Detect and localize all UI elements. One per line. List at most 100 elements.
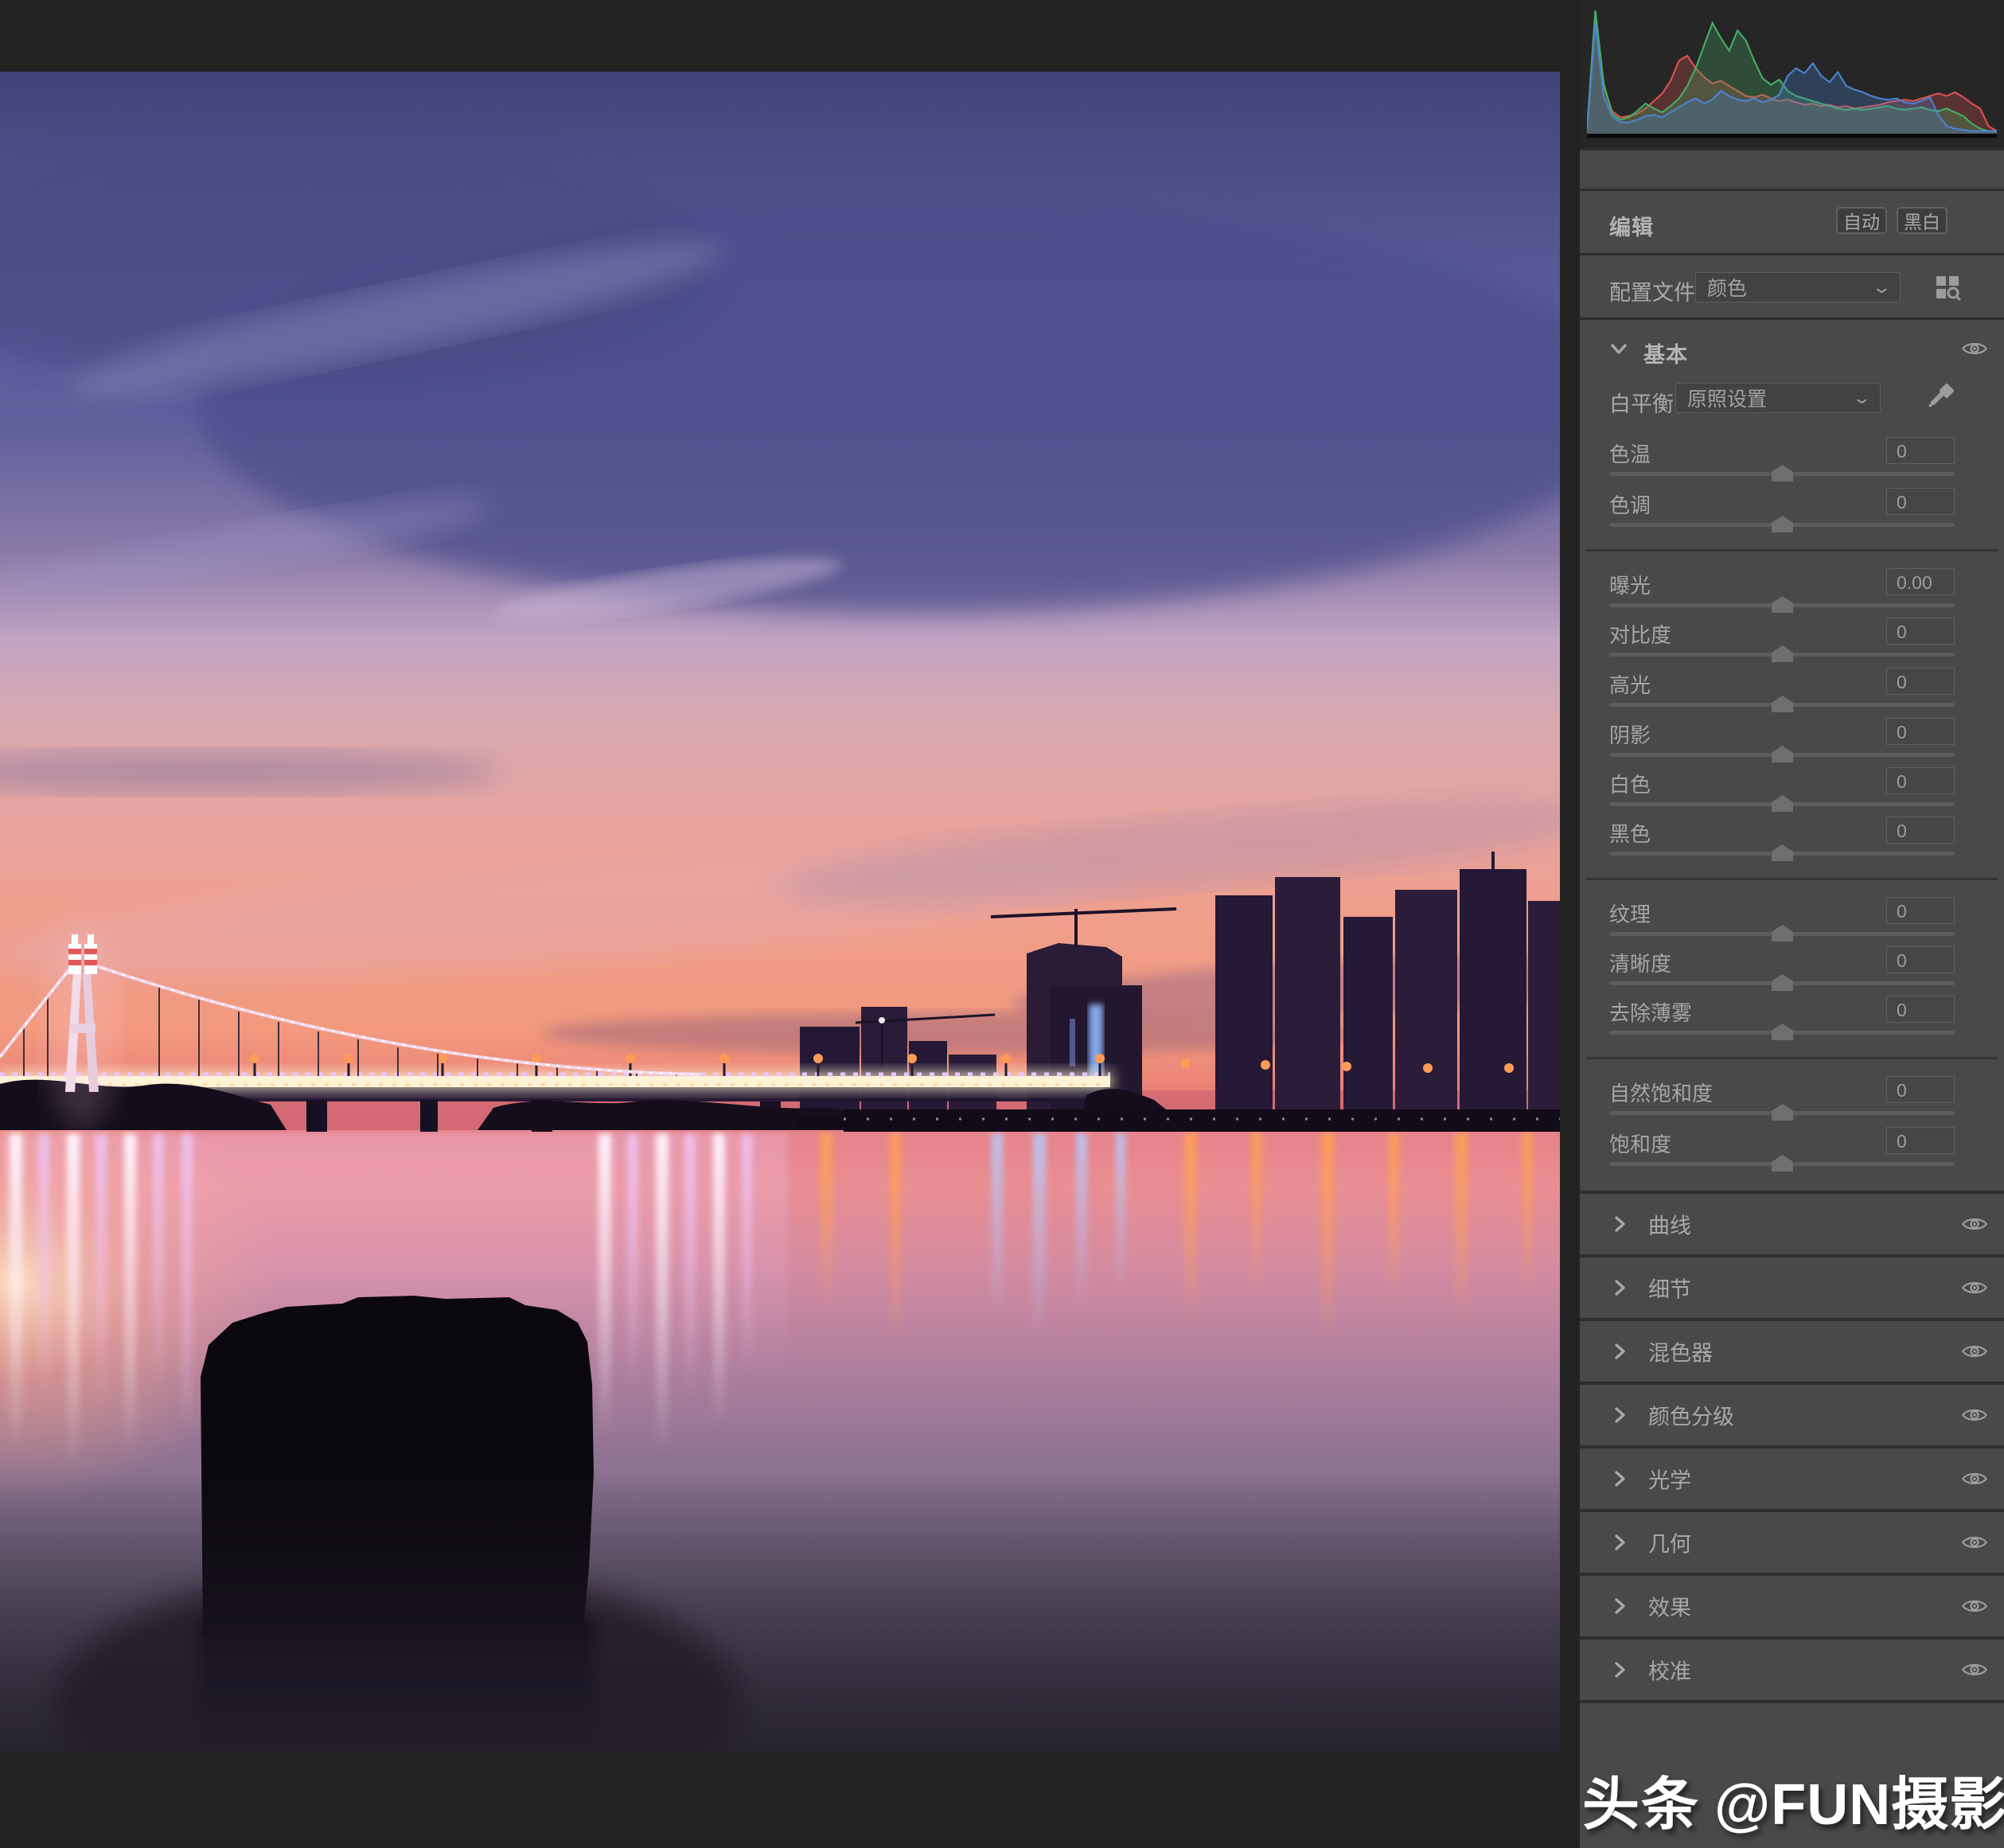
sunset-photo (0, 72, 1560, 1751)
photo-canvas (0, 72, 1560, 1751)
eyedropper-icon[interactable] (1924, 379, 1957, 412)
section-label: 细节 (1648, 1273, 1691, 1304)
slider-track[interactable] (1609, 1031, 1955, 1035)
temperature-slider: 色温 0 (1580, 437, 2004, 493)
eye-icon[interactable] (1962, 1661, 1987, 1678)
wb-value: 原照设置 (1687, 384, 1767, 412)
eye-icon[interactable] (1962, 340, 1987, 357)
slider-thumb[interactable] (1772, 974, 1793, 991)
profile-dropdown[interactable]: 颜色 ⌄ (1695, 272, 1901, 302)
slider-value[interactable]: 0 (1886, 1076, 1955, 1103)
section-label: 光学 (1648, 1464, 1691, 1495)
chevron-right-icon (1612, 1469, 1628, 1488)
eye-icon[interactable] (1962, 1215, 1987, 1233)
slider-track[interactable] (1609, 981, 1955, 985)
slider-thumb[interactable] (1772, 1155, 1793, 1172)
eye-icon[interactable] (1962, 1343, 1987, 1360)
bridge-pier (420, 1100, 438, 1132)
slider-label: 自然饱和度 (1609, 1078, 1713, 1107)
auto-button[interactable]: 自动 (1836, 207, 1887, 234)
edit-title: 编辑 (1609, 210, 1654, 241)
slider-label: 色温 (1609, 439, 1651, 468)
slider-value[interactable]: 0 (1886, 1127, 1955, 1154)
slider-track[interactable] (1609, 603, 1955, 607)
slider-track[interactable] (1609, 472, 1955, 476)
section-color-mixer[interactable]: 混色器 (1580, 1321, 2004, 1382)
eye-icon[interactable] (1962, 1534, 1987, 1551)
watermark: 头条@FUN摄影 (1582, 1757, 1996, 1841)
eye-icon[interactable] (1962, 1597, 1987, 1615)
slider-thumb[interactable] (1772, 925, 1793, 942)
slider-thumb[interactable] (1772, 746, 1793, 762)
contrast-slider: 对比度 0 (1580, 618, 2004, 673)
slider-label: 对比度 (1609, 619, 1671, 649)
section-detail[interactable]: 细节 (1580, 1257, 2004, 1318)
slider-value[interactable]: 0 (1886, 668, 1955, 695)
tint-slider: 色调 0 (1580, 488, 2004, 544)
tower-crossbeam (70, 1023, 96, 1033)
slider-thumb[interactable] (1772, 1023, 1793, 1040)
bw-button[interactable]: 黑白 (1897, 207, 1947, 234)
section-geometry[interactable]: 几何 (1580, 1512, 2004, 1573)
chevron-down-icon[interactable] (1609, 339, 1628, 358)
slider-track[interactable] (1609, 932, 1955, 936)
edit-header-row: 编辑 自动 黑白 (1580, 191, 2004, 253)
section-effects[interactable]: 效果 (1580, 1576, 2004, 1636)
section-color-grading[interactable]: 颜色分级 (1580, 1385, 2004, 1445)
watermark-handle: @FUN摄影 (1714, 1773, 2004, 1837)
slider-track[interactable] (1609, 523, 1955, 527)
slider-track[interactable] (1609, 653, 1955, 657)
slider-thumb[interactable] (1772, 1104, 1793, 1121)
profile-value: 颜色 (1707, 273, 1747, 302)
slider-value[interactable]: 0 (1886, 718, 1955, 745)
histogram[interactable] (1580, 0, 2004, 148)
texture-slider: 纹理 0 (1580, 897, 2004, 953)
slider-value[interactable]: 0 (1886, 767, 1955, 794)
slider-track[interactable] (1609, 1111, 1955, 1115)
slider-track[interactable] (1609, 802, 1955, 806)
slider-thumb[interactable] (1772, 516, 1793, 532)
histogram-footer (1580, 150, 2004, 189)
slider-value[interactable]: 0 (1886, 618, 1955, 645)
slider-value[interactable]: 0 (1886, 817, 1955, 844)
slider-thumb[interactable] (1772, 645, 1793, 662)
edit-panel: 编辑 自动 黑白 配置文件 颜色 ⌄ 基本 白平衡 原照设置 (1580, 0, 2004, 1848)
crane-light (879, 1017, 885, 1023)
slider-label: 色调 (1609, 489, 1651, 519)
slider-label: 高光 (1609, 669, 1651, 699)
slider-value[interactable]: 0.00 (1886, 568, 1955, 595)
slider-value[interactable]: 0 (1886, 946, 1955, 973)
slider-track[interactable] (1609, 852, 1955, 856)
slider-value[interactable]: 0 (1886, 996, 1955, 1023)
slider-thumb[interactable] (1772, 844, 1793, 861)
section-optics[interactable]: 光学 (1580, 1448, 2004, 1509)
slider-thumb[interactable] (1772, 795, 1793, 812)
watermark-brand: 头条 (1582, 1773, 1700, 1837)
eye-icon[interactable] (1962, 1470, 1987, 1487)
slider-thumb[interactable] (1772, 696, 1793, 712)
bridge-pier (306, 1100, 327, 1132)
section-calibration[interactable]: 校准 (1580, 1639, 2004, 1700)
wb-dropdown[interactable]: 原照设置 ⌄ (1675, 383, 1881, 413)
profile-browser-icon[interactable] (1935, 275, 1962, 302)
section-label: 混色器 (1648, 1336, 1713, 1367)
eye-icon[interactable] (1962, 1406, 1987, 1424)
slider-thumb[interactable] (1772, 465, 1793, 481)
section-curves[interactable]: 曲线 (1580, 1194, 2004, 1254)
slider-track[interactable] (1609, 753, 1955, 757)
section-label: 颜色分级 (1648, 1400, 1734, 1431)
section-label: 曲线 (1648, 1209, 1691, 1240)
slider-label: 黑色 (1609, 818, 1651, 848)
slider-track[interactable] (1609, 703, 1955, 707)
section-label: 效果 (1648, 1591, 1691, 1622)
chevron-right-icon (1612, 1214, 1628, 1234)
divider (1586, 878, 1998, 880)
eye-icon[interactable] (1962, 1279, 1987, 1296)
slider-label: 曝光 (1609, 570, 1651, 599)
slider-value[interactable]: 0 (1886, 897, 1955, 924)
slider-value[interactable]: 0 (1886, 437, 1955, 464)
slider-value[interactable]: 0 (1886, 488, 1955, 515)
slider-thumb[interactable] (1772, 596, 1793, 613)
slider-track[interactable] (1609, 1162, 1955, 1166)
slider-label: 阴影 (1609, 719, 1651, 749)
